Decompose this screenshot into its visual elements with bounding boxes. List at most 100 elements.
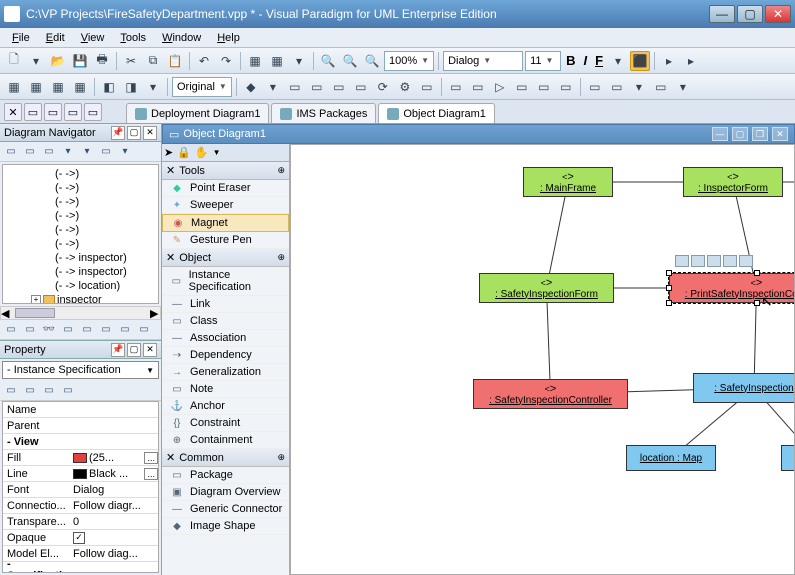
property-row[interactable]: FontDialog: [3, 482, 158, 498]
palette-item-magnet[interactable]: ◉Magnet: [162, 214, 289, 232]
property-row[interactable]: Opaque✓: [3, 530, 158, 546]
diagram-canvas[interactable]: <>: MainFrame<>: InspectorForm<>: Inspec…: [290, 144, 795, 575]
node-quick-tools[interactable]: [675, 255, 753, 267]
palette-item-gesture-pen[interactable]: ✎Gesture Pen: [162, 232, 289, 249]
canvas-min-icon[interactable]: —: [712, 127, 728, 141]
t3a-icon[interactable]: ▭: [446, 77, 466, 97]
t4c-icon[interactable]: ▾: [629, 77, 649, 97]
open-icon[interactable]: 📂: [48, 51, 68, 71]
canvas-close-icon[interactable]: ✕: [772, 127, 788, 141]
t2d-icon[interactable]: ▭: [307, 77, 327, 97]
nav-f8-icon[interactable]: ▭: [135, 322, 153, 338]
tool-f-icon[interactable]: ◨: [121, 77, 141, 97]
t3c-icon[interactable]: ▷: [490, 77, 510, 97]
property-row[interactable]: LineBlack ......: [3, 466, 158, 482]
menu-window[interactable]: Window: [156, 30, 207, 46]
dropdown2-icon[interactable]: ▾: [289, 51, 309, 71]
zoom-fit-icon[interactable]: 🔍: [362, 51, 382, 71]
t3e-icon[interactable]: ▭: [534, 77, 554, 97]
redo-icon[interactable]: ↷: [216, 51, 236, 71]
paste-icon[interactable]: 📋: [165, 51, 185, 71]
palette-item-point-eraser[interactable]: ◆Point Eraser: [162, 180, 289, 197]
palette-item-instance-specification[interactable]: ▭Instance Specification: [162, 267, 289, 296]
t3d-icon[interactable]: ▭: [512, 77, 532, 97]
zoom-in-icon[interactable]: 🔍: [340, 51, 360, 71]
property-row[interactable]: - View: [3, 434, 158, 450]
navigator-pin-icon[interactable]: 📌: [111, 126, 125, 140]
t2c-icon[interactable]: ▭: [285, 77, 305, 97]
selection-handle[interactable]: [754, 270, 760, 276]
grid2-icon[interactable]: ▦: [267, 51, 287, 71]
new-icon[interactable]: 🗋: [4, 51, 24, 71]
navigator-tree[interactable]: (- ->)(- ->)(- ->)(- ->)(- ->)(- ->)(- -…: [2, 164, 159, 304]
nav-tb3-icon[interactable]: ▭: [40, 144, 58, 160]
tool-d-icon[interactable]: ▦: [70, 77, 90, 97]
maximize-button[interactable]: ▢: [737, 5, 763, 23]
t3b-icon[interactable]: ▭: [468, 77, 488, 97]
dropdown3-icon[interactable]: ▾: [608, 51, 628, 71]
t2f-icon[interactable]: ▭: [351, 77, 371, 97]
palette-item-generic-connector[interactable]: —Generic Connector: [162, 501, 289, 518]
t2i-icon[interactable]: ▭: [417, 77, 437, 97]
tab-close-icon[interactable]: ✕: [4, 103, 22, 121]
nav-f4-icon[interactable]: ▭: [59, 322, 77, 338]
palette-item-constraint[interactable]: {}Constraint: [162, 415, 289, 432]
t4e-icon[interactable]: ▾: [673, 77, 693, 97]
navigator-max-icon[interactable]: ▢: [127, 126, 141, 140]
tab-nav3-icon[interactable]: ▭: [64, 103, 82, 121]
tree-item[interactable]: (- -> location): [5, 279, 156, 293]
node-safetyinsp[interactable]: : SafetyInspection: [693, 373, 795, 403]
tab-nav2-icon[interactable]: ▭: [44, 103, 62, 121]
tab-nav4-icon[interactable]: ▭: [84, 103, 102, 121]
copy-icon[interactable]: ⧉: [143, 51, 163, 71]
nav-f6-icon[interactable]: ▭: [97, 322, 115, 338]
tool-b-icon[interactable]: ▦: [26, 77, 46, 97]
more2-icon[interactable]: ▸: [681, 51, 701, 71]
zoom-out-icon[interactable]: 🔍: [318, 51, 338, 71]
t2g-icon[interactable]: ⟳: [373, 77, 393, 97]
palette-category[interactable]: ✕Common⊕: [162, 449, 289, 467]
tool-c-icon[interactable]: ▦: [48, 77, 68, 97]
prop-tb2-icon[interactable]: ▭: [21, 383, 39, 399]
t4b-icon[interactable]: ▭: [607, 77, 627, 97]
tab-object-diagram1[interactable]: Object Diagram1: [378, 103, 495, 123]
prop-tb3-icon[interactable]: ▭: [40, 383, 58, 399]
selection-handle[interactable]: [666, 285, 672, 291]
minimize-button[interactable]: —: [709, 5, 735, 23]
nav-f2-icon[interactable]: ▭: [21, 322, 39, 338]
menu-view[interactable]: View: [75, 30, 111, 46]
t2h-icon[interactable]: ⚙: [395, 77, 415, 97]
navigator-hscroll[interactable]: ◀▶: [0, 306, 161, 320]
lock-tool-icon[interactable]: 🔒: [177, 146, 191, 159]
tool-dd-icon[interactable]: ▼: [213, 148, 221, 157]
save-icon[interactable]: 💾: [70, 51, 90, 71]
nav-tb6-icon[interactable]: ▭: [97, 144, 115, 160]
tree-item[interactable]: (- ->): [5, 167, 156, 181]
print-icon[interactable]: 🖶: [92, 51, 112, 71]
tree-item[interactable]: (- ->): [5, 209, 156, 223]
menu-help[interactable]: Help: [211, 30, 246, 46]
prop-tb1-icon[interactable]: ▭: [2, 383, 20, 399]
palette-item-package[interactable]: ▭Package: [162, 467, 289, 484]
italic-button[interactable]: I: [580, 53, 590, 68]
undo-icon[interactable]: ↶: [194, 51, 214, 71]
selection-handle[interactable]: [666, 300, 672, 306]
grid-icon[interactable]: ▦: [245, 51, 265, 71]
node-printctrl[interactable]: <>: PrintSafetyInspectionController: [669, 273, 795, 303]
property-row[interactable]: Connectio...Follow diagr...: [3, 498, 158, 514]
font-family-combo[interactable]: Dialog▼: [443, 51, 523, 71]
font-size-combo[interactable]: 11▼: [525, 51, 561, 71]
node-mainframe[interactable]: <>: MainFrame: [523, 167, 613, 197]
canvas-restore-icon[interactable]: ❐: [752, 127, 768, 141]
palette-item-dependency[interactable]: ⇢Dependency: [162, 347, 289, 364]
prop-tb4-icon[interactable]: ▭: [59, 383, 77, 399]
palette-item-anchor[interactable]: ⚓Anchor: [162, 398, 289, 415]
node-safetyctrl[interactable]: <>: SafetyInspectionController: [473, 379, 628, 409]
menu-edit[interactable]: Edit: [40, 30, 71, 46]
t2e-icon[interactable]: ▭: [329, 77, 349, 97]
tree-item[interactable]: (- ->): [5, 237, 156, 251]
nav-tb2-icon[interactable]: ▭: [21, 144, 39, 160]
t4d-icon[interactable]: ▭: [651, 77, 671, 97]
tree-item[interactable]: (- -> inspector): [5, 265, 156, 279]
tree-item[interactable]: (- -> inspector): [5, 251, 156, 265]
